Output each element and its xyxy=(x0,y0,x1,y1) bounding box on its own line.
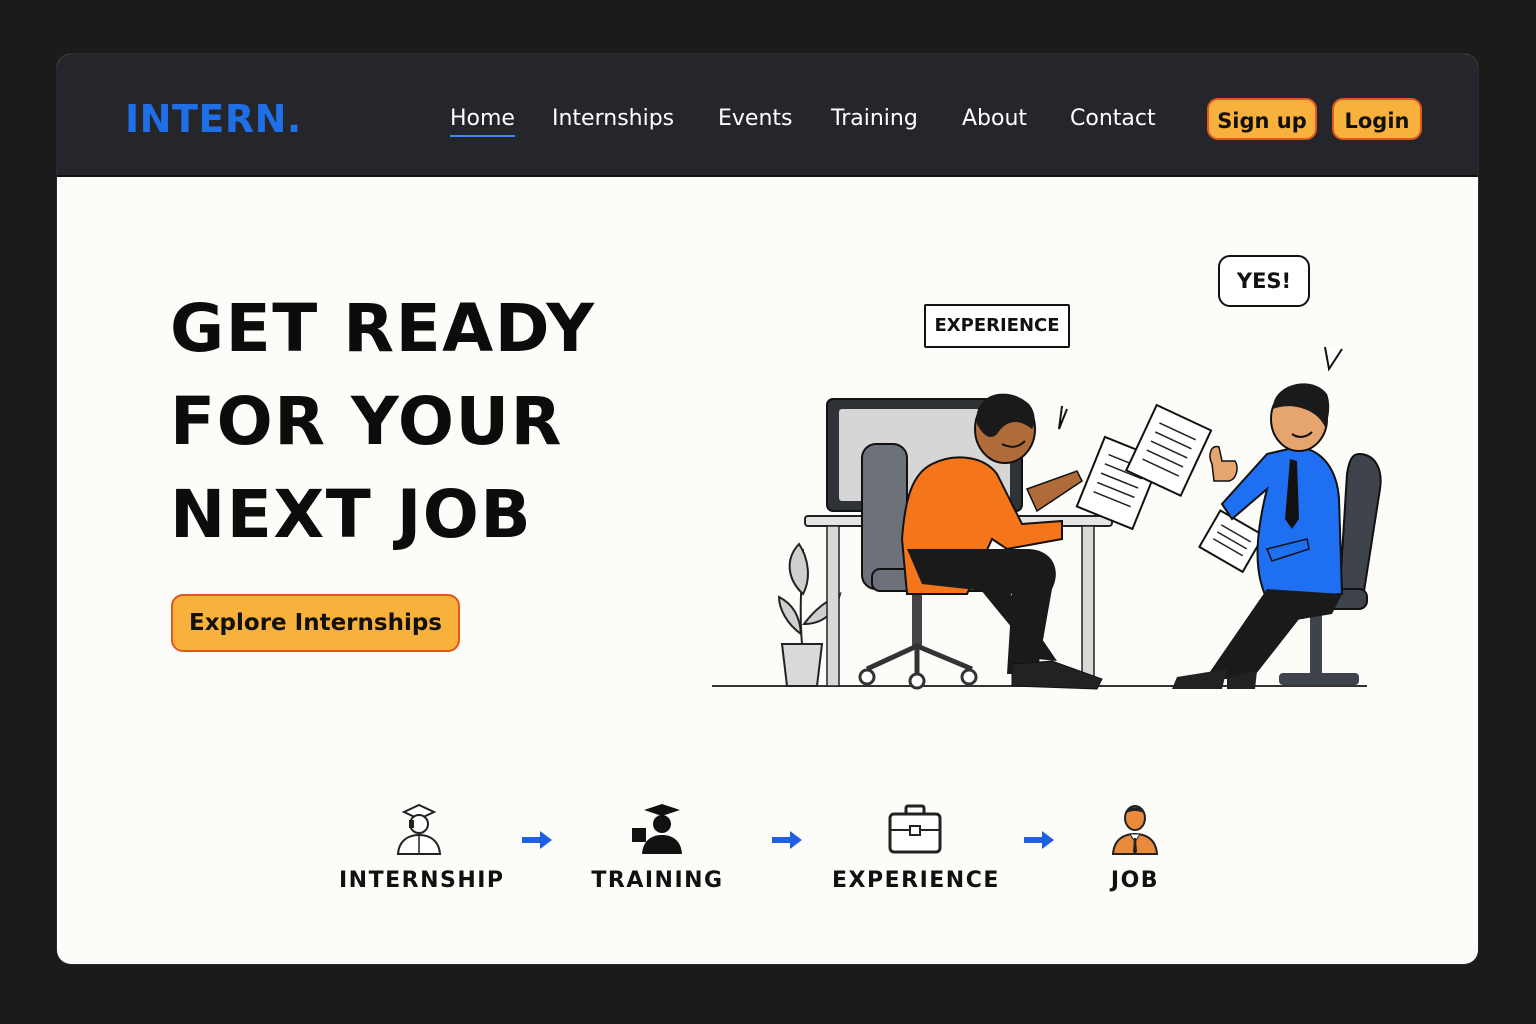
top-navigation-bar: INTERN. Home Internships Events Training… xyxy=(57,54,1478,177)
nav-link-about[interactable]: About xyxy=(962,104,1027,134)
hero-title: GET READY FOR YOUR NEXT JOB xyxy=(170,282,596,561)
hero-title-line-1: GET READY xyxy=(170,290,596,367)
step-experience: EXPERIENCE xyxy=(832,802,1000,893)
browser-window: INTERN. Home Internships Events Training… xyxy=(57,54,1478,964)
step-label-experience: EXPERIENCE xyxy=(832,868,1000,893)
briefcase-icon xyxy=(888,804,941,854)
signup-button[interactable]: Sign up xyxy=(1207,98,1317,140)
arrow-right-icon xyxy=(772,831,802,849)
step-internship: INTERNSHIP xyxy=(339,802,505,893)
step-label-training: TRAINING xyxy=(591,868,724,893)
nav-link-training[interactable]: Training xyxy=(831,104,918,134)
nav-link-contact[interactable]: Contact xyxy=(1070,104,1156,134)
brand-logo[interactable]: INTERN. xyxy=(125,96,302,142)
step-job: JOB xyxy=(1095,802,1175,893)
login-button[interactable]: Login xyxy=(1332,98,1422,140)
step-label-job: JOB xyxy=(1110,868,1160,893)
nav-link-home[interactable]: Home xyxy=(450,104,515,137)
experience-sign: EXPERIENCE xyxy=(924,304,1070,348)
arrow-right-icon xyxy=(522,831,552,849)
hero-title-line-3: NEXT JOB xyxy=(170,476,533,553)
yes-speech-bubble: YES! xyxy=(1218,255,1310,307)
professional-person-icon xyxy=(1111,805,1159,855)
step-training: TRAINING xyxy=(585,802,730,893)
student-graduate-icon xyxy=(396,803,442,855)
explore-internships-button[interactable]: Explore Internships xyxy=(171,594,460,652)
graduation-cap-person-icon xyxy=(631,804,682,854)
nav-link-events[interactable]: Events xyxy=(718,104,793,134)
nav-link-internships[interactable]: Internships xyxy=(552,104,674,134)
step-label-internship: INTERNSHIP xyxy=(339,868,505,893)
hero-title-line-2: FOR YOUR xyxy=(170,383,563,460)
arrow-right-icon xyxy=(1024,831,1054,849)
